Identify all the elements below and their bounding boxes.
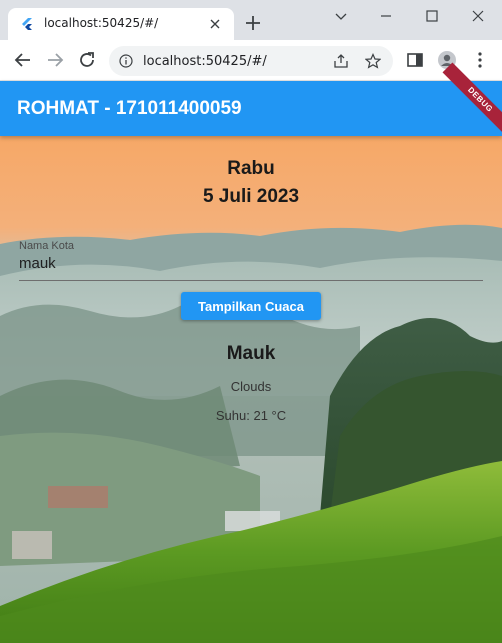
tab-title: localhost:50425/#/: [44, 16, 159, 30]
back-arrow-icon[interactable]: [13, 50, 33, 70]
day-label: Rabu: [227, 158, 275, 179]
side-panel-icon[interactable]: [405, 50, 425, 70]
tab-strip: localhost:50425/#/: [0, 0, 502, 40]
city-name: Mauk: [226, 343, 276, 364]
minimize-icon[interactable]: [374, 6, 398, 26]
flutter-favicon: [22, 18, 32, 30]
window-close-icon[interactable]: [466, 6, 490, 26]
browser-tab[interactable]: localhost:50425/#/: [8, 8, 234, 40]
city-input[interactable]: [19, 255, 479, 272]
weather-condition: Clouds: [230, 379, 272, 394]
address-bar[interactable]: localhost:50425/#/: [109, 46, 393, 76]
date-label: 5 Juli 2023: [202, 186, 300, 207]
info-icon[interactable]: [119, 54, 133, 68]
forward-arrow-icon[interactable]: [45, 50, 65, 70]
plus-icon[interactable]: [244, 14, 262, 32]
maximize-icon[interactable]: [420, 6, 444, 26]
more-icon[interactable]: [470, 50, 490, 70]
reload-icon[interactable]: [77, 50, 97, 70]
share-icon[interactable]: [333, 53, 349, 69]
url-text[interactable]: localhost:50425/#/: [143, 54, 267, 69]
star-icon[interactable]: [365, 53, 381, 69]
app-title: ROHMAT - 171011400059: [17, 98, 242, 119]
weather-page: Rabu 5 Juli 2023 Nama Kota Tampilkan Cua…: [0, 136, 502, 643]
close-icon[interactable]: [208, 17, 222, 31]
temperature-label: Suhu: 21 °C: [215, 408, 287, 423]
show-weather-button[interactable]: Tampilkan Cuaca: [181, 292, 321, 320]
chevron-down-icon[interactable]: [329, 6, 353, 26]
city-field-label: Nama Kota: [19, 240, 75, 252]
city-input-underline: [19, 280, 483, 281]
app-bar: ROHMAT - 171011400059 DEBUG: [0, 62, 502, 138]
